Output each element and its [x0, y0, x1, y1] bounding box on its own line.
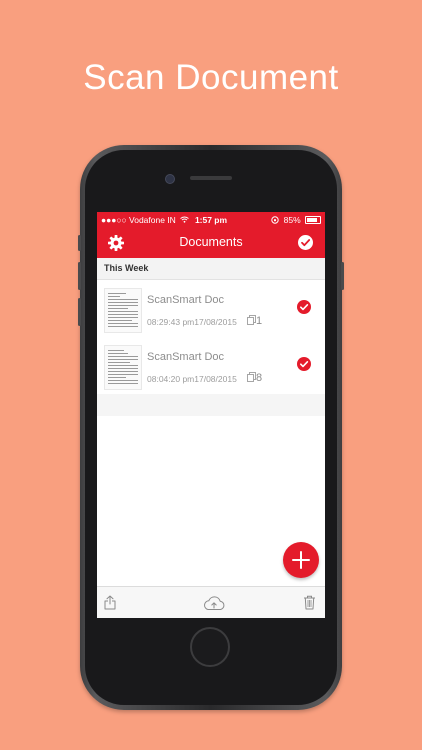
check-circle-icon — [301, 239, 311, 247]
section-title: This Week — [104, 263, 149, 273]
page-count: 8 — [256, 372, 263, 384]
share-icon[interactable] — [104, 595, 116, 610]
status-battery: 85% — [271, 215, 321, 225]
front-camera — [165, 174, 175, 184]
document-date: 08:29:43 pm17/08/2015 — [147, 317, 237, 327]
volume-down-button — [78, 298, 81, 326]
trash-icon[interactable] — [303, 595, 316, 610]
pages-icon — [247, 315, 256, 325]
orientation-lock-icon — [271, 216, 279, 224]
plus-icon — [292, 551, 310, 569]
document-row[interactable]: ScanSmart Doc 08:29:43 pm17/08/2015 1 — [97, 280, 325, 337]
app-screen: ●●●○○ Vodafone IN 1:57 pm 85% Documents … — [97, 212, 325, 618]
power-button — [341, 262, 344, 290]
document-select-check[interactable] — [297, 300, 311, 314]
cloud-upload-icon[interactable] — [202, 596, 226, 611]
document-page-count: 1 — [247, 315, 262, 327]
list-footer — [97, 394, 325, 416]
nav-bar: Documents — [97, 228, 325, 258]
pages-icon — [247, 372, 256, 382]
document-thumbnail — [104, 288, 142, 333]
document-row[interactable]: ScanSmart Doc 08:04:20 pm17/08/2015 8 — [97, 337, 325, 394]
battery-icon — [305, 216, 321, 224]
select-check-button[interactable] — [298, 235, 313, 250]
mute-switch — [78, 235, 81, 251]
check-circle-icon — [300, 361, 309, 368]
page-title: Documents — [179, 235, 243, 249]
home-button[interactable] — [190, 627, 230, 667]
status-bar: ●●●○○ Vodafone IN 1:57 pm 85% — [97, 212, 325, 228]
page-count: 1 — [256, 315, 263, 327]
document-date: 08:04:20 pm17/08/2015 — [147, 374, 237, 384]
add-document-button[interactable] — [283, 542, 319, 578]
check-circle-icon — [300, 304, 309, 311]
document-name: ScanSmart Doc — [147, 294, 225, 306]
promo-headline: Scan Document — [83, 58, 339, 97]
document-page-count: 8 — [247, 372, 262, 384]
bottom-toolbar — [97, 586, 325, 618]
earpiece-speaker — [190, 176, 232, 180]
volume-up-button — [78, 262, 81, 290]
document-name: ScanSmart Doc — [147, 351, 225, 363]
document-thumbnail — [104, 345, 142, 390]
section-header: This Week — [97, 258, 325, 280]
document-select-check[interactable] — [297, 357, 311, 371]
